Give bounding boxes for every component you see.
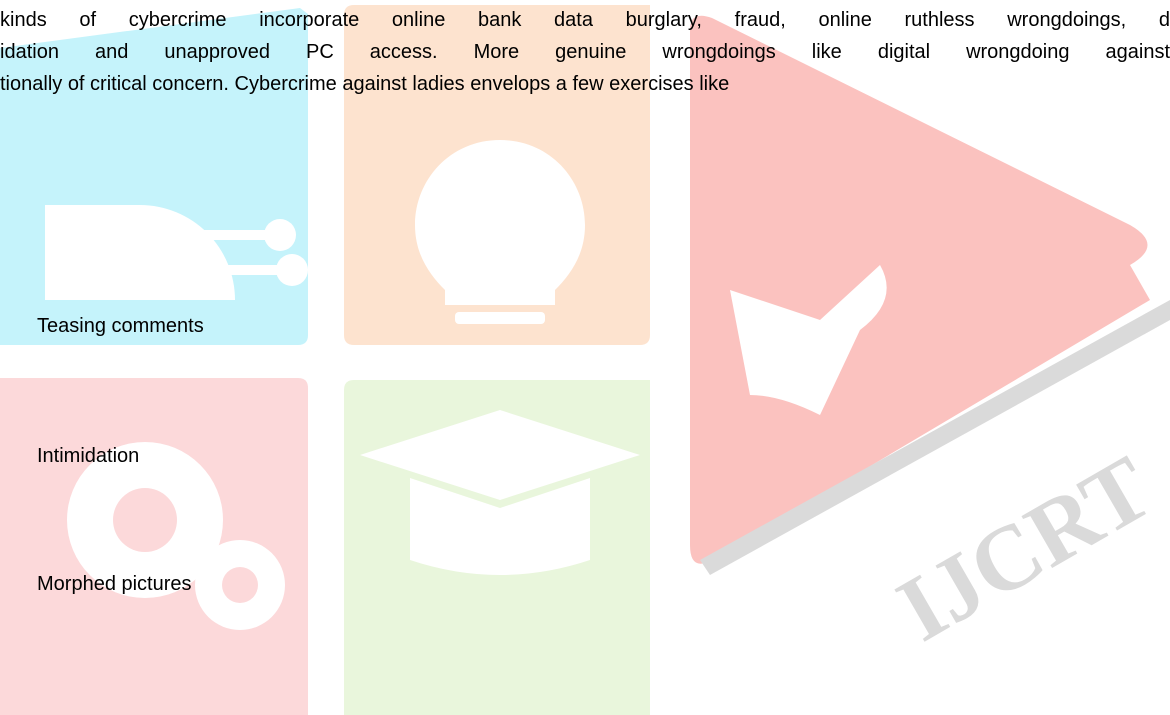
ijcrt-logo-text: IJCRT [881,436,1168,661]
list-item-morphed-pictures: Morphed pictures [37,573,192,595]
paragraph-line-1: kinds of cybercrime incorporate online b… [0,9,1170,31]
paragraph-line-3: tionally of critical concern. Cybercrime… [0,73,730,95]
paragraph-line-2: idation and unapproved PC access. More g… [0,41,1170,63]
list-item-teasing-comments: Teasing comments [37,315,204,337]
list-item-intimidation: Intimidation [37,445,140,467]
ijcrt-watermark: IJCRT [0,5,1170,715]
